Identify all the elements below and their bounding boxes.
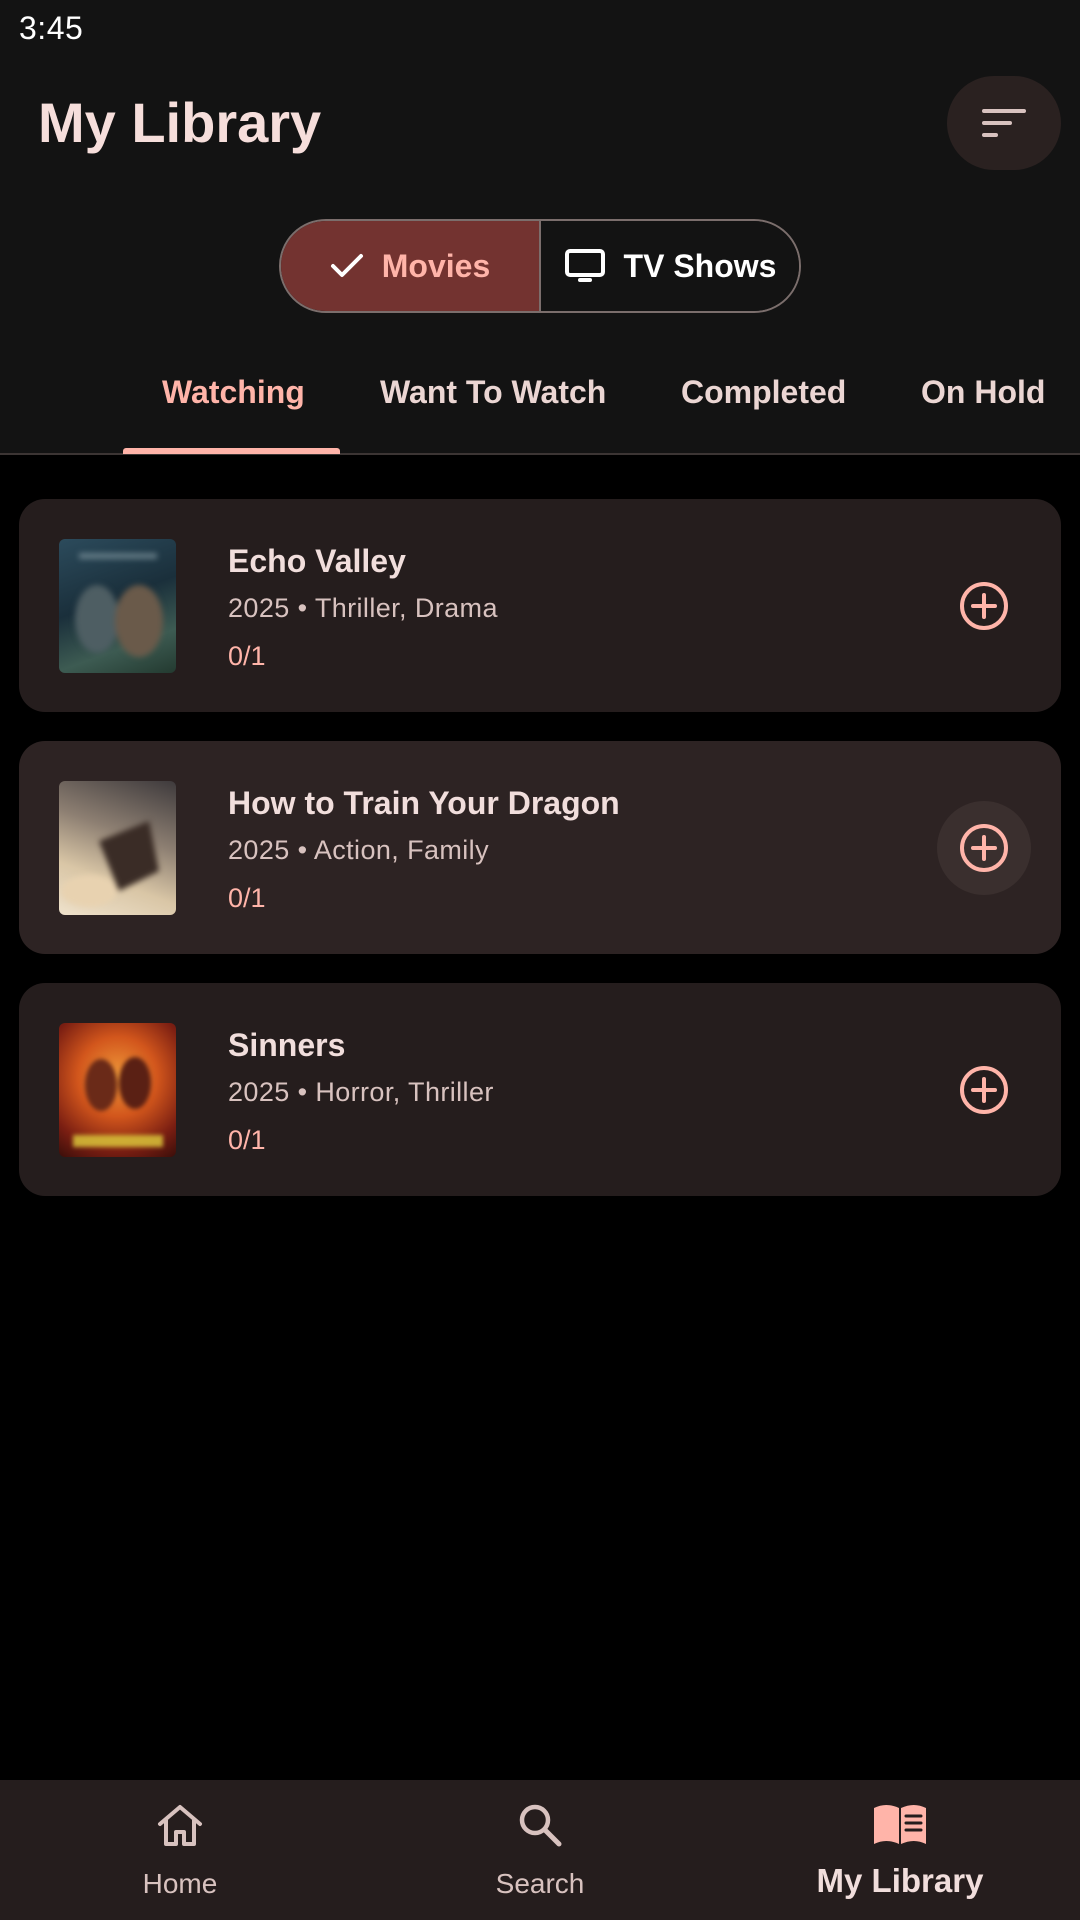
item-meta: 2025 • Thriller, Drama [228, 593, 498, 623]
status-bar-time: 3:45 [19, 10, 84, 46]
nav-item-search[interactable]: Search [360, 1780, 720, 1920]
check-icon [330, 254, 363, 277]
add-circle-icon [960, 824, 1008, 872]
list-item[interactable]: How to Train Your Dragon 2025 • Action, … [19, 741, 1061, 954]
segment-tv-shows[interactable]: TV Shows [541, 221, 799, 311]
status-tabs: Watching Want To Watch Completed On Hold [0, 352, 1080, 455]
tab-want-to-watch[interactable]: Want To Watch [380, 374, 606, 411]
nav-label-home: Home [142, 1868, 218, 1899]
add-progress-button[interactable] [937, 1043, 1031, 1137]
add-circle-icon [960, 1066, 1008, 1114]
item-progress: 0/1 [228, 883, 266, 913]
sort-lines-icon [982, 109, 1026, 137]
item-title: Sinners [228, 1027, 346, 1063]
add-progress-button[interactable] [937, 801, 1031, 895]
nav-label-my-library: My Library [816, 1862, 984, 1899]
item-title: Echo Valley [228, 543, 406, 579]
item-meta: 2025 • Action, Family [228, 835, 489, 865]
page-title: My Library [38, 91, 322, 154]
bottom-navigation-bar: Home Search My Library [0, 1780, 1080, 1920]
add-progress-button[interactable] [937, 559, 1031, 653]
item-meta: 2025 • Horror, Thriller [228, 1077, 494, 1107]
library-book-icon [874, 1805, 926, 1844]
tab-on-hold[interactable]: On Hold [921, 374, 1045, 411]
nav-item-my-library[interactable]: My Library [720, 1780, 1080, 1920]
poster-image [59, 1023, 176, 1157]
item-title: How to Train Your Dragon [228, 785, 620, 821]
tv-icon [564, 249, 605, 282]
poster-image [59, 539, 176, 673]
list-item[interactable]: Echo Valley 2025 • Thriller, Drama 0/1 [19, 499, 1061, 712]
search-icon [519, 1804, 562, 1847]
poster-image [59, 781, 176, 915]
media-type-segmented-control: Movies TV Shows [279, 219, 801, 313]
item-progress: 0/1 [228, 641, 266, 671]
segment-movies-label: Movies [381, 247, 491, 284]
nav-label-search: Search [495, 1868, 585, 1899]
sort-button[interactable] [947, 76, 1061, 170]
segment-tv-shows-label: TV Shows [623, 247, 777, 284]
tab-watching[interactable]: Watching [162, 374, 305, 411]
list-item[interactable]: Sinners 2025 • Horror, Thriller 0/1 [19, 983, 1061, 1196]
segment-movies[interactable]: Movies [281, 221, 541, 311]
add-circle-icon [960, 582, 1008, 630]
top-app-area: 3:45 My Library Movies TV Shows Watching… [0, 0, 1080, 455]
tab-completed[interactable]: Completed [681, 374, 846, 411]
home-icon [158, 1805, 202, 1846]
active-tab-indicator [123, 448, 340, 454]
nav-item-home[interactable]: Home [0, 1780, 360, 1920]
item-progress: 0/1 [228, 1125, 266, 1155]
